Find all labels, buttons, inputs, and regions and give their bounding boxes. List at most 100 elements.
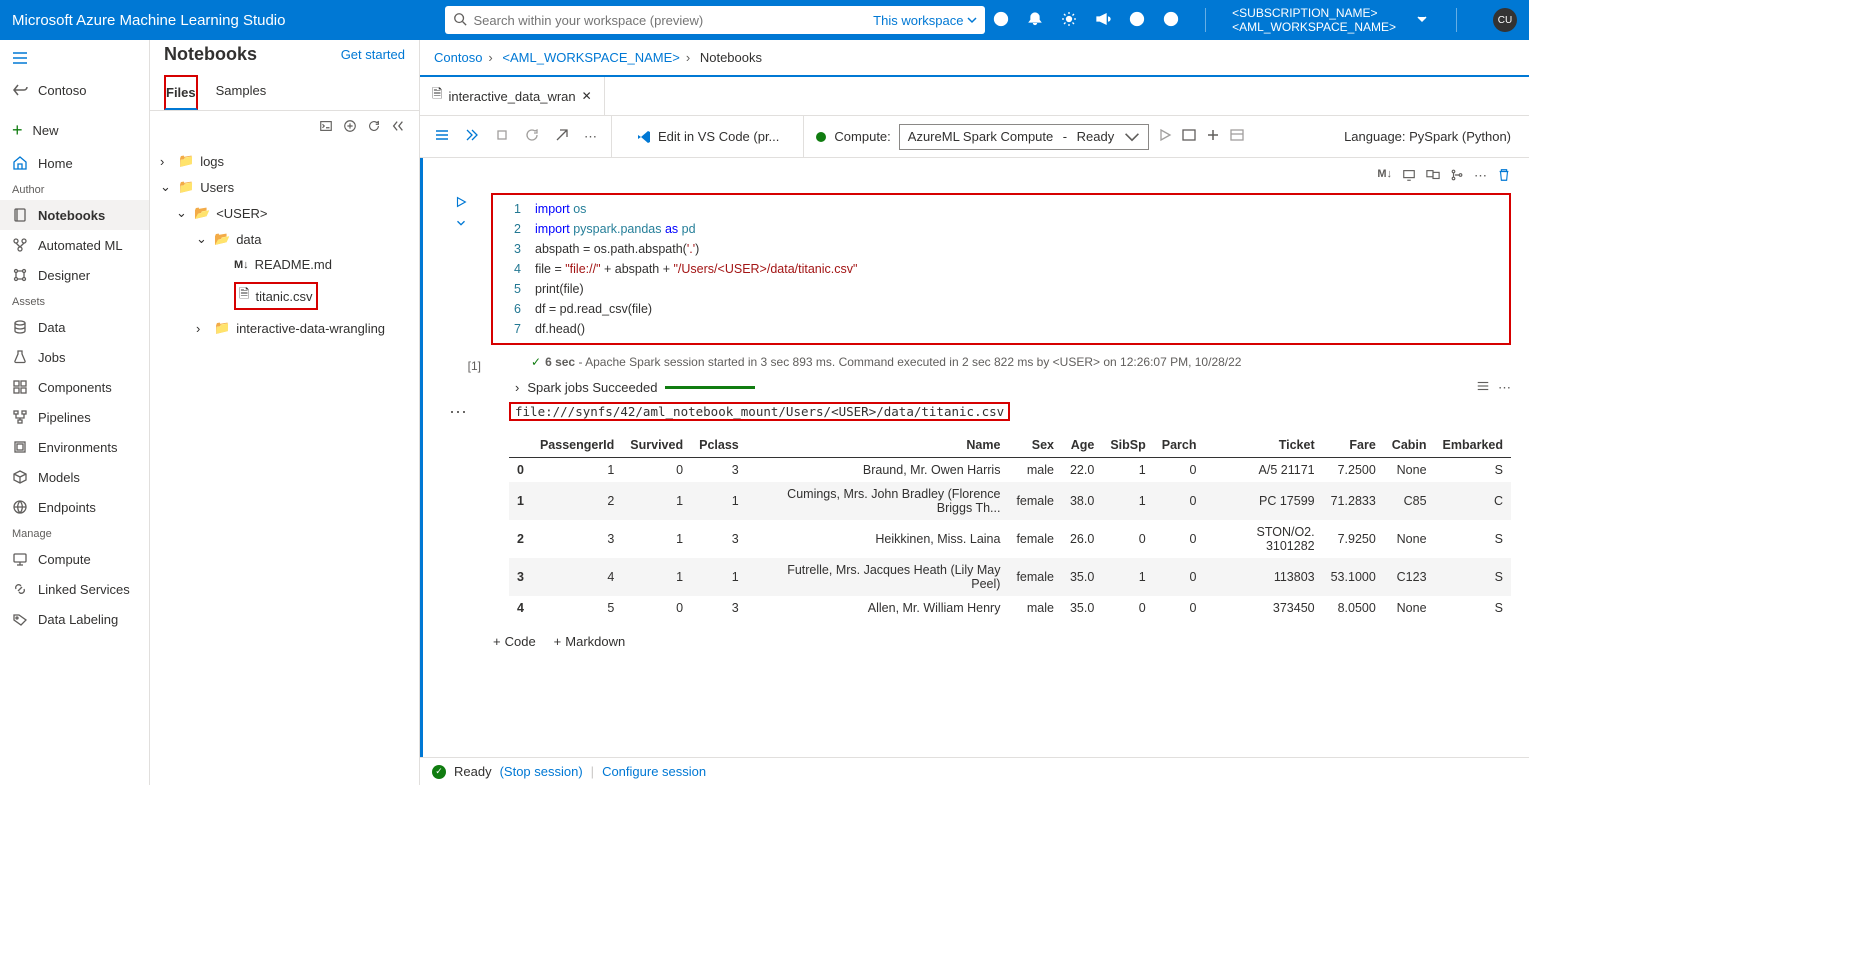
markdown-icon: M↓	[234, 259, 249, 271]
crumb-contoso[interactable]: Contoso	[434, 50, 482, 65]
bell-icon[interactable]	[1027, 11, 1043, 30]
table-row: 1211Cumings, Mrs. John Bradley (Florence…	[509, 482, 1511, 520]
list-icon[interactable]	[1229, 127, 1245, 146]
add-icon[interactable]	[343, 119, 357, 136]
nav-labeling[interactable]: Data Labeling	[0, 604, 149, 634]
crumb-notebooks: Notebooks	[700, 50, 762, 65]
restart-icon[interactable]	[524, 127, 540, 146]
check-icon: ✓	[531, 355, 541, 369]
list-icon[interactable]	[1476, 379, 1490, 396]
table-header: SibSp	[1102, 433, 1153, 458]
more-icon[interactable]: ⋯	[584, 129, 597, 145]
more-icon[interactable]: ⋯	[1474, 168, 1487, 185]
play-icon[interactable]	[1157, 127, 1173, 146]
help-icon[interactable]	[1129, 11, 1145, 30]
nav-new[interactable]: +New	[0, 113, 149, 148]
nav-compute[interactable]: Compute	[0, 544, 149, 574]
nav-jobs[interactable]: Jobs	[0, 342, 149, 372]
branch-icon[interactable]	[1450, 168, 1464, 185]
markdown-icon[interactable]: M↓	[1377, 168, 1392, 185]
get-started-link[interactable]: Get started	[341, 47, 405, 62]
language-label[interactable]: Language: PySpark (Python)	[1326, 129, 1529, 144]
smile-icon[interactable]	[1163, 11, 1179, 30]
nav-section-author: Author	[0, 178, 149, 200]
tree-user[interactable]: ⌄📂<USER>	[156, 200, 413, 226]
tab-files[interactable]: Files	[164, 75, 198, 110]
tree-titanic[interactable]: 🗎titanic.csv	[156, 277, 413, 315]
menu-icon[interactable]	[434, 127, 450, 146]
monitor-icon[interactable]	[1402, 168, 1416, 185]
table-header: Parch	[1154, 433, 1205, 458]
table-row: 4503Allen, Mr. William Henrymale35.00037…	[509, 596, 1511, 620]
tree-readme[interactable]: M↓README.md	[156, 252, 413, 277]
configure-session-link[interactable]: Configure session	[602, 764, 706, 779]
tree-users[interactable]: ⌄📁Users	[156, 174, 413, 200]
terminal-icon[interactable]	[319, 119, 333, 136]
stop-icon[interactable]	[494, 127, 510, 146]
file-tab[interactable]: 🗎 interactive_data_wran ✕	[420, 77, 605, 115]
nav-data[interactable]: Data	[0, 312, 149, 342]
code-cell: 1import os 2import pyspark.pandas as pd …	[423, 189, 1529, 349]
refresh-icon[interactable]	[367, 119, 381, 136]
add-compute-icon[interactable]	[1205, 127, 1221, 146]
add-markdown-button[interactable]: +Markdown	[554, 634, 626, 649]
run-all-icon[interactable]	[464, 127, 480, 146]
trash-icon[interactable]	[1497, 168, 1511, 185]
tab-samples[interactable]: Samples	[216, 75, 267, 110]
nav-automl[interactable]: Automated ML	[0, 230, 149, 260]
nav-linked[interactable]: Linked Services	[0, 574, 149, 604]
stop-session-link[interactable]: (Stop session)	[500, 764, 583, 779]
table-row: 2313Heikkinen, Miss. Lainafemale26.000ST…	[509, 520, 1511, 558]
terminal-btn-icon[interactable]	[1181, 127, 1197, 146]
status-bar: ✓ Ready (Stop session) | Configure sessi…	[420, 757, 1529, 785]
close-icon[interactable]: ✕	[582, 89, 592, 103]
vscode-button[interactable]: Edit in VS Code (pr...	[626, 129, 789, 145]
nav-notebooks[interactable]: Notebooks	[0, 200, 149, 230]
chevron-down-icon[interactable]	[454, 216, 468, 233]
nav-endpoints[interactable]: Endpoints	[0, 492, 149, 522]
dual-monitor-icon[interactable]	[1426, 168, 1440, 185]
avatar[interactable]: CU	[1493, 8, 1517, 32]
run-cell-icon[interactable]	[454, 195, 468, 212]
megaphone-icon[interactable]	[1095, 11, 1111, 30]
table-header: Pclass	[691, 433, 747, 458]
cell-top-controls: M↓ ⋯	[423, 164, 1529, 189]
header-icons: <SUBSCRIPTION_NAME> <AML_WORKSPACE_NAME>…	[993, 6, 1517, 34]
tree-data[interactable]: ⌄📂data	[156, 226, 413, 252]
file-browser-panel: Notebooks Get started Files Samples ›📁lo…	[150, 40, 420, 785]
clock-icon[interactable]	[993, 11, 1009, 30]
more-icon[interactable]: ⋯	[1498, 380, 1511, 396]
search-input[interactable]	[473, 13, 873, 28]
clear-icon[interactable]	[554, 127, 570, 146]
output-more-icon[interactable]: ⋯	[441, 402, 475, 620]
search-scope[interactable]: This workspace	[873, 13, 977, 28]
status-dot-icon	[816, 132, 826, 142]
nav-designer[interactable]: Designer	[0, 260, 149, 290]
search-box[interactable]: This workspace	[445, 6, 985, 34]
add-code-button[interactable]: +Code	[493, 634, 536, 649]
progress-bar	[665, 386, 845, 389]
output-filepath: file:///synfs/42/aml_notebook_mount/User…	[509, 402, 1010, 421]
table-header: PassengerId	[532, 433, 622, 458]
collapse-icon[interactable]	[391, 119, 405, 136]
crumb-workspace[interactable]: <AML_WORKSPACE_NAME>	[502, 50, 679, 65]
brand-title: Microsoft Azure Machine Learning Studio	[12, 12, 285, 29]
mid-tabs: Files Samples	[150, 75, 419, 111]
hamburger-icon[interactable]	[0, 44, 149, 75]
file-icon: 🗎	[239, 285, 249, 307]
table-header: Name	[747, 433, 1009, 458]
nav-back[interactable]: Contoso	[0, 75, 149, 105]
nav-home[interactable]: Home	[0, 148, 149, 178]
tree-wrangling[interactable]: ›📁interactive-data-wrangling	[156, 315, 413, 341]
nav-pipelines[interactable]: Pipelines	[0, 402, 149, 432]
nav-environments[interactable]: Environments	[0, 432, 149, 462]
compute-select[interactable]: AzureML Spark Compute - Ready	[899, 124, 1149, 150]
gear-icon[interactable]	[1061, 11, 1077, 30]
nav-models[interactable]: Models	[0, 462, 149, 492]
tree-logs[interactable]: ›📁logs	[156, 148, 413, 174]
chevron-down-icon[interactable]	[1414, 11, 1430, 30]
subscription-info[interactable]: <SUBSCRIPTION_NAME> <AML_WORKSPACE_NAME>	[1232, 6, 1396, 34]
spark-status[interactable]: › Spark jobs Succeeded ⋯	[481, 373, 1511, 402]
nav-components[interactable]: Components	[0, 372, 149, 402]
code-editor[interactable]: 1import os 2import pyspark.pandas as pd …	[491, 193, 1511, 345]
